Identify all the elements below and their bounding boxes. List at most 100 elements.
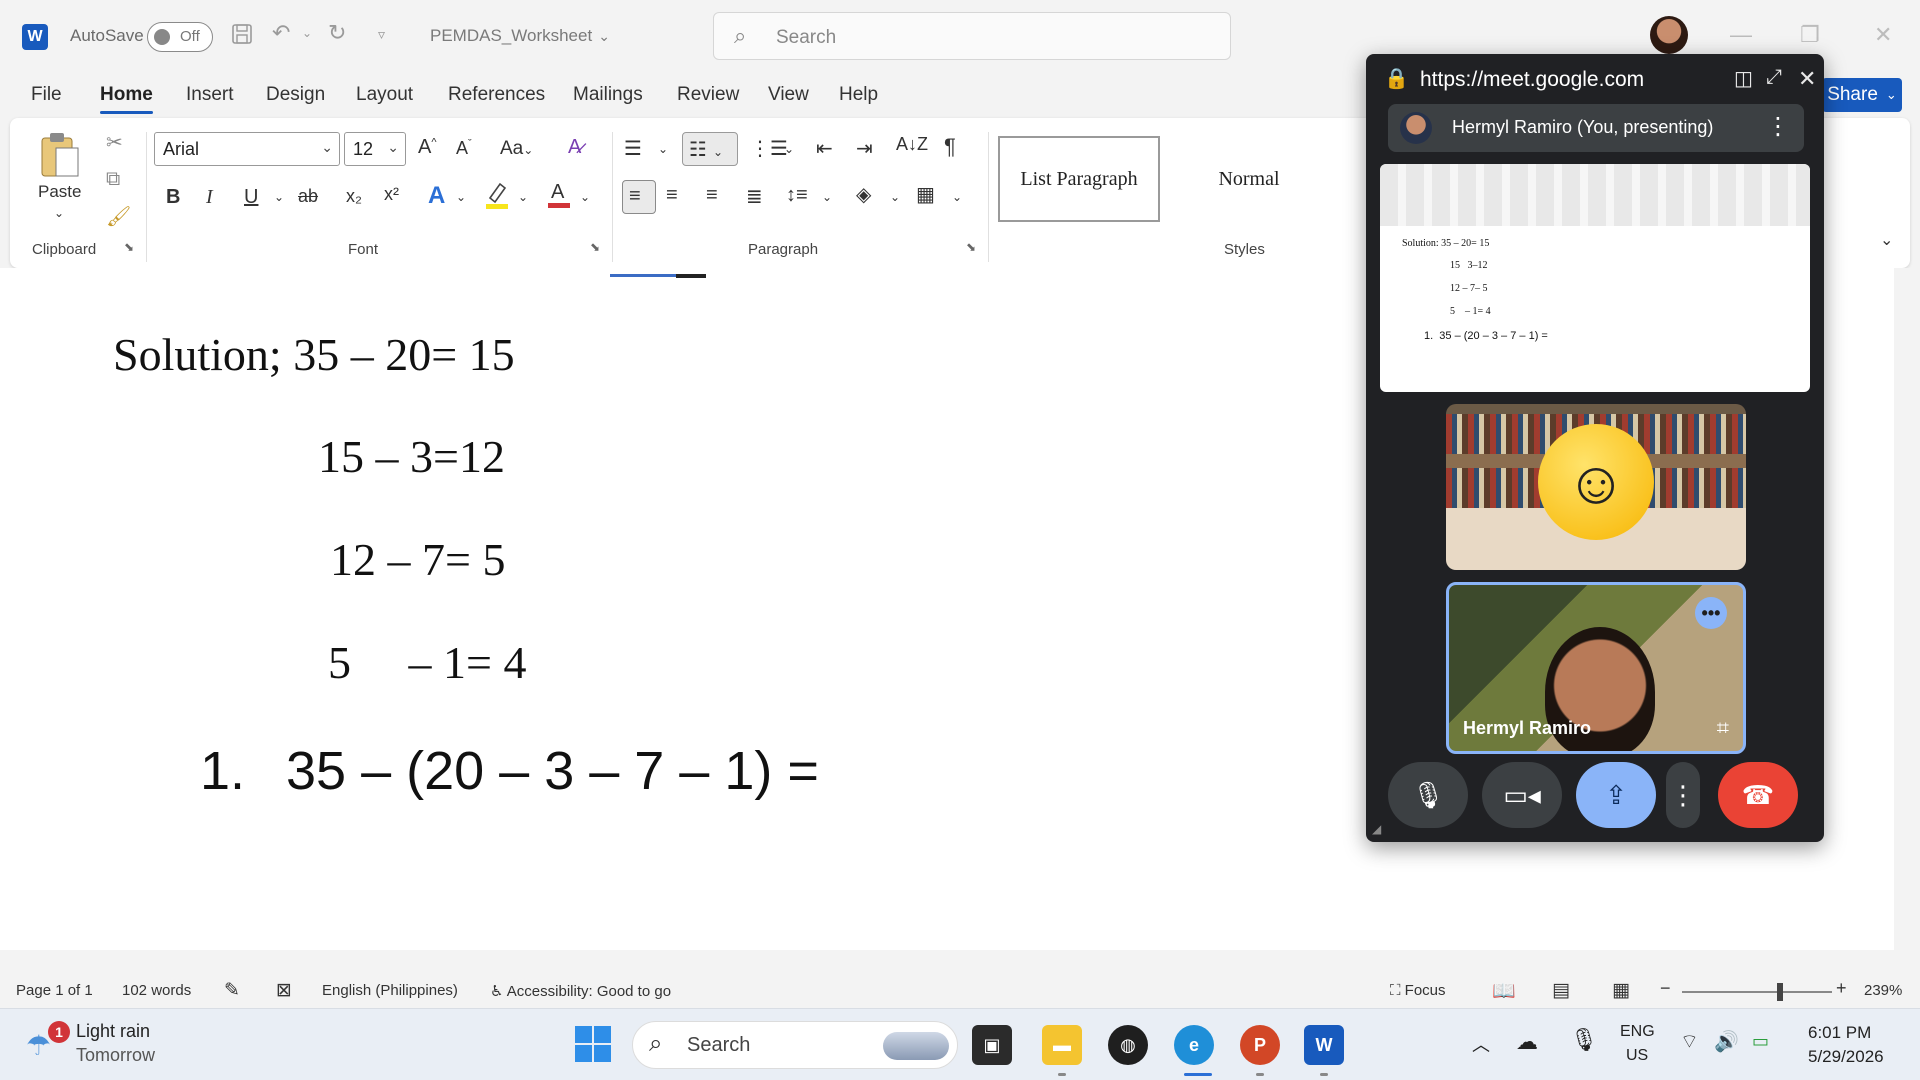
close-icon[interactable]: ✕	[1874, 22, 1892, 48]
align-center-icon[interactable]: ≡	[666, 184, 678, 207]
style-list-paragraph[interactable]: List Paragraph	[998, 136, 1160, 222]
clear-formatting-icon[interactable]: A̷	[568, 136, 581, 159]
read-mode-icon[interactable]: 📖	[1492, 979, 1516, 1003]
align-right-icon[interactable]: ≡	[706, 184, 718, 207]
vertical-scrollbar[interactable]	[1894, 268, 1920, 950]
clock-time[interactable]: 6:01 PM	[1808, 1023, 1871, 1043]
font-color-icon[interactable]: A	[546, 178, 572, 216]
battery-charging-icon[interactable]: ▭	[1752, 1031, 1769, 1052]
close-icon[interactable]: ✕	[1798, 66, 1816, 92]
customize-toolbar-icon[interactable]: ▿	[378, 26, 385, 43]
chevron-down-icon[interactable]: ⌄	[456, 190, 466, 204]
share-button[interactable]: Share ⌄	[1822, 78, 1902, 112]
taskbar-search[interactable]: ⌕ Search	[632, 1021, 958, 1069]
autosave-toggle[interactable]: Off	[147, 22, 213, 52]
chevron-down-icon[interactable]: ⌄	[952, 190, 962, 204]
tab-file[interactable]: File	[31, 84, 62, 106]
word-count[interactable]: 102 words	[122, 982, 191, 999]
dialog-launcher-icon[interactable]: ⬊	[590, 240, 600, 254]
tab-mailings[interactable]: Mailings	[573, 84, 643, 106]
paste-label[interactable]: Paste	[38, 182, 81, 202]
numbering-icon[interactable]: ☷ ⌄	[682, 132, 738, 166]
strikethrough-button[interactable]: ab	[298, 186, 318, 207]
copy-icon[interactable]: ⧉	[106, 168, 120, 191]
tab-insert[interactable]: Insert	[186, 84, 234, 106]
sort-icon[interactable]: A↓Z	[896, 134, 928, 155]
powerpoint-icon[interactable]: P	[1240, 1025, 1280, 1065]
edge-browser-icon[interactable]: e	[1174, 1025, 1214, 1065]
end-call-button[interactable]: ☎	[1718, 762, 1798, 828]
print-layout-icon[interactable]: ▤	[1552, 979, 1570, 1002]
camera-switch-icon[interactable]: ◫	[1734, 66, 1753, 91]
track-changes-icon[interactable]: ⊠	[276, 979, 292, 1002]
bold-button[interactable]: B	[166, 186, 180, 209]
chevron-up-icon[interactable]: ︿	[1472, 1031, 1490, 1057]
shading-icon[interactable]: ◈	[856, 182, 871, 207]
task-view-icon[interactable]: ▣	[972, 1025, 1012, 1065]
present-screen-button[interactable]: ⇪	[1576, 762, 1656, 828]
more-options-icon[interactable]: ⋮	[1766, 112, 1790, 141]
crop-icon[interactable]: ⌗	[1717, 715, 1729, 741]
page-count[interactable]: Page 1 of 1	[16, 982, 93, 999]
word-icon[interactable]: W	[1304, 1025, 1344, 1065]
undo-dropdown-icon[interactable]: ⌄	[302, 26, 312, 40]
microphone-button[interactable]: 🎙	[1388, 762, 1468, 828]
redo-icon[interactable]: ↻	[328, 20, 346, 46]
expand-icon[interactable]: ⤢	[1766, 66, 1782, 89]
zoom-out-icon[interactable]: −	[1660, 978, 1671, 999]
zoom-slider[interactable]	[1682, 983, 1832, 1001]
user-avatar[interactable]	[1650, 16, 1688, 54]
chevron-down-icon[interactable]: ⌄	[890, 190, 900, 204]
tab-view[interactable]: View	[768, 84, 809, 106]
participant-tile-1[interactable]: ☺	[1446, 404, 1746, 570]
justify-icon[interactable]: ≣	[746, 184, 763, 209]
save-icon[interactable]	[230, 22, 254, 46]
proofing-icon[interactable]: ✎	[224, 979, 240, 1002]
dialog-launcher-icon[interactable]: ⬊	[124, 240, 134, 254]
tab-help[interactable]: Help	[839, 84, 878, 106]
dialog-launcher-icon[interactable]: ⬊	[966, 240, 976, 254]
increase-indent-icon[interactable]: ⇥	[856, 136, 873, 161]
borders-icon[interactable]: ▦	[916, 182, 935, 207]
superscript-button[interactable]: x²	[384, 184, 399, 205]
align-left-icon[interactable]: ≡	[622, 180, 656, 214]
chevron-down-icon[interactable]: ⌄	[274, 190, 284, 204]
font-size-select[interactable]: 12 ⌄	[344, 132, 406, 166]
collapse-ribbon-icon[interactable]: ⌄	[1880, 230, 1893, 250]
change-case-button[interactable]: Aa⌄	[500, 138, 533, 160]
tab-review[interactable]: Review	[677, 84, 739, 106]
italic-button[interactable]: I	[206, 186, 213, 209]
chevron-down-icon[interactable]: ⌄	[518, 190, 528, 204]
resize-handle-icon[interactable]: ◢	[1372, 822, 1381, 836]
tab-references[interactable]: References	[448, 84, 545, 106]
chevron-down-icon[interactable]: ⌄	[822, 190, 832, 204]
show-formatting-icon[interactable]: ¶	[944, 134, 956, 160]
more-options-button[interactable]: ⋮	[1666, 762, 1700, 828]
tab-layout[interactable]: Layout	[356, 84, 413, 106]
obs-studio-icon[interactable]: ◍	[1108, 1025, 1148, 1065]
highlight-icon[interactable]	[484, 180, 510, 216]
lang-top[interactable]: ENG	[1620, 1023, 1655, 1041]
undo-icon[interactable]: ↶	[272, 20, 290, 46]
language-status[interactable]: English (Philippines)	[322, 982, 458, 999]
shrink-font-icon[interactable]: Aˇ	[456, 138, 472, 159]
tab-design[interactable]: Design	[266, 84, 325, 106]
weather-subtitle[interactable]: Tomorrow	[76, 1045, 155, 1066]
multilevel-list-icon[interactable]: ⋮☰	[750, 136, 788, 161]
line-spacing-icon[interactable]: ↕≡	[786, 184, 808, 207]
meet-pip-window[interactable]: 🔒 https://meet.google.com ◫ ⤢ ✕ Hermyl R…	[1366, 54, 1824, 842]
weather-title[interactable]: Light rain	[76, 1021, 150, 1042]
web-layout-icon[interactable]: ▦	[1612, 979, 1630, 1002]
grow-font-icon[interactable]: A^	[418, 136, 437, 159]
tab-home[interactable]: Home	[100, 84, 153, 114]
camera-button[interactable]: ▭◂	[1482, 762, 1562, 828]
paste-icon[interactable]	[38, 130, 82, 186]
focus-mode-button[interactable]: ⛶ Focus	[1390, 982, 1446, 999]
style-normal[interactable]: Normal	[1168, 136, 1330, 222]
underline-button[interactable]: U	[244, 186, 258, 209]
restore-icon[interactable]: ❐	[1800, 22, 1820, 48]
subscript-button[interactable]: x₂	[346, 186, 362, 207]
accessibility-status[interactable]: ♿ Accessibility: Good to go	[490, 982, 671, 1000]
chevron-down-icon[interactable]: ⌄	[784, 142, 794, 156]
microphone-icon[interactable]: 🎙	[1570, 1027, 1598, 1053]
